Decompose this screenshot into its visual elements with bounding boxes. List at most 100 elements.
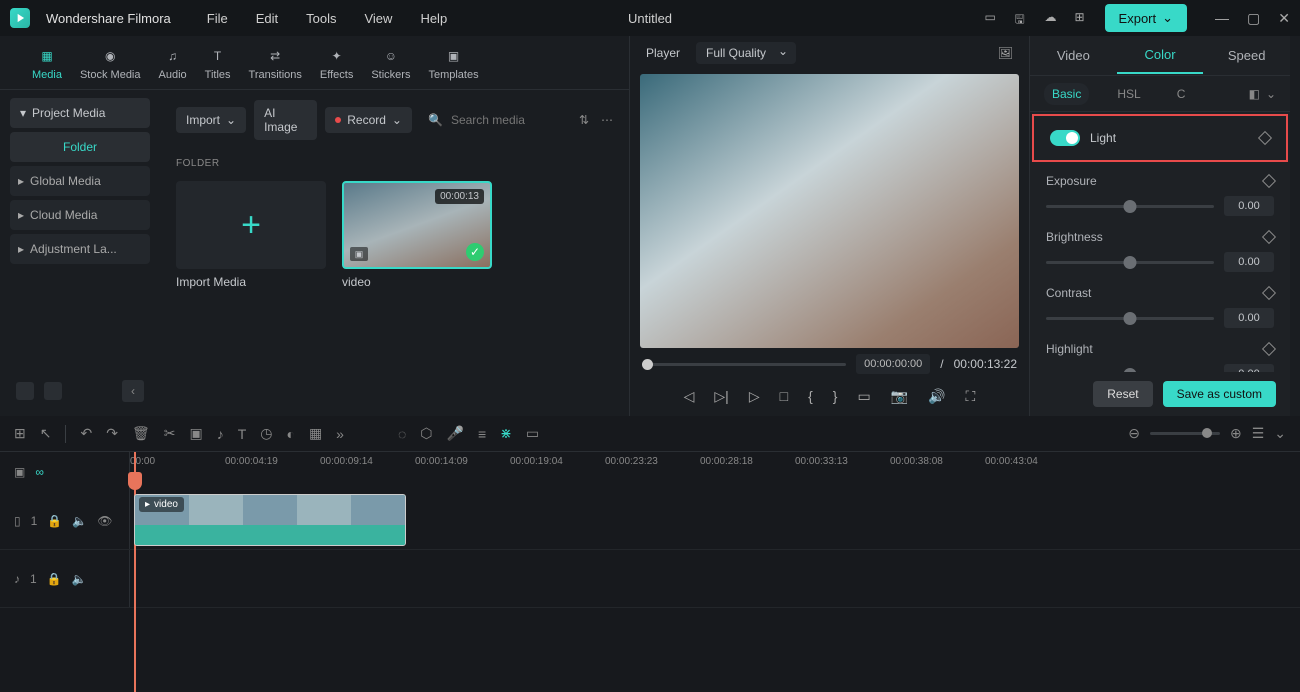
quality-dropdown[interactable]: Full Quality xyxy=(696,42,796,64)
tab-titles[interactable]: TTitles xyxy=(205,45,231,81)
tab-audio[interactable]: ♫Audio xyxy=(159,45,187,81)
device-icon[interactable]: ▭ xyxy=(985,10,1001,26)
zoom-out-icon[interactable]: ⊖ xyxy=(1128,425,1140,442)
marker-dot-icon[interactable]: ◌ xyxy=(398,426,406,442)
play-icon[interactable]: ▷ xyxy=(749,388,760,405)
fullscreen-icon[interactable]: ⛶ xyxy=(966,388,976,405)
redo-icon[interactable]: ↷ xyxy=(106,425,118,442)
import-button[interactable]: Import⌄ xyxy=(176,107,246,133)
magnet-icon[interactable]: ⋇ xyxy=(500,425,512,442)
prev-frame-icon[interactable]: ◁ xyxy=(684,388,695,405)
text-icon[interactable]: T xyxy=(238,426,247,442)
menu-help[interactable]: Help xyxy=(420,11,447,26)
grid-icon[interactable]: ⊞ xyxy=(1075,10,1091,26)
subtab-basic[interactable]: Basic xyxy=(1044,83,1089,105)
slider-track[interactable] xyxy=(1046,261,1214,264)
tl-grid-icon[interactable]: ⊞ xyxy=(14,425,26,442)
tab-media[interactable]: ▦Media xyxy=(32,45,62,81)
subtab-c[interactable]: C xyxy=(1169,83,1194,105)
import-media-card[interactable]: + xyxy=(176,181,326,269)
tab-stock[interactable]: ◉Stock Media xyxy=(80,45,141,81)
minimize-button[interactable]: — xyxy=(1215,10,1229,27)
sidebar-adjustment[interactable]: ▸Adjustment La... xyxy=(10,234,150,264)
zoom-slider[interactable] xyxy=(1150,432,1220,435)
tab-stickers[interactable]: ☺Stickers xyxy=(371,45,410,81)
sidebar-cloud-media[interactable]: ▸Cloud Media xyxy=(10,200,150,230)
ai-image-button[interactable]: AI Image xyxy=(254,100,317,140)
light-toggle[interactable] xyxy=(1050,130,1080,146)
save-icon[interactable]: 🖫 xyxy=(1015,10,1031,26)
more-icon[interactable]: ⋯ xyxy=(601,113,613,127)
slider-value[interactable]: 0.00 xyxy=(1224,364,1274,372)
zoom-in-icon[interactable]: ⊕ xyxy=(1230,425,1242,442)
record-button[interactable]: Record⌄ xyxy=(325,107,412,133)
mark-out-icon[interactable]: } xyxy=(833,388,838,404)
tl-view-icon[interactable]: ☰ xyxy=(1252,425,1265,442)
eye-icon[interactable]: 👁 xyxy=(97,514,112,528)
bin-icon[interactable] xyxy=(44,382,62,400)
color-icon[interactable]: ◐ xyxy=(286,426,294,442)
slider-value[interactable]: 0.00 xyxy=(1224,196,1274,216)
slider-track[interactable] xyxy=(1046,317,1214,320)
tl-layers-icon[interactable]: ▣ xyxy=(14,465,25,479)
new-folder-icon[interactable] xyxy=(16,382,34,400)
tab-templates[interactable]: ▣Templates xyxy=(428,45,478,81)
sidebar-global-media[interactable]: ▸Global Media xyxy=(10,166,150,196)
menu-edit[interactable]: Edit xyxy=(256,11,278,26)
reset-button[interactable]: Reset xyxy=(1093,381,1152,407)
keyframe-icon[interactable] xyxy=(1262,230,1276,244)
sidebar-folder[interactable]: Folder xyxy=(10,132,150,162)
tl-link-icon[interactable]: ∞ xyxy=(35,465,44,479)
search-input[interactable] xyxy=(451,113,571,127)
tl-settings-icon[interactable]: ⌄ xyxy=(1274,425,1286,442)
music-icon[interactable]: ♪ xyxy=(217,426,224,442)
more-tools-icon[interactable]: » xyxy=(336,426,344,442)
collapse-sidebar-icon[interactable]: ‹ xyxy=(122,380,144,402)
tab-effects[interactable]: ✦Effects xyxy=(320,45,353,81)
shield-icon[interactable]: ⬡ xyxy=(420,425,432,442)
lock-icon[interactable]: 🔒 xyxy=(47,572,62,586)
mic-icon[interactable]: 🎤 xyxy=(447,425,464,442)
slider-track[interactable] xyxy=(1046,205,1214,208)
ratio-icon[interactable]: ▭ xyxy=(526,425,539,442)
delete-icon[interactable]: 🗑 xyxy=(132,425,150,442)
speed-icon[interactable]: ◷ xyxy=(260,425,272,442)
maximize-button[interactable]: ▢ xyxy=(1247,10,1260,27)
mask-icon[interactable]: ▦ xyxy=(309,425,322,442)
undo-icon[interactable]: ↶ xyxy=(80,425,92,442)
mark-in-icon[interactable]: { xyxy=(808,388,813,404)
cut-icon[interactable]: ✂ xyxy=(164,425,176,442)
video-thumbnail[interactable]: 00:00:13 ▣ ✓ xyxy=(342,181,492,269)
play-preview-icon[interactable]: ▷| xyxy=(714,388,728,405)
keyframe-icon[interactable] xyxy=(1262,286,1276,300)
keyframe-icon[interactable] xyxy=(1262,342,1276,356)
mute-icon[interactable]: 🔈 xyxy=(72,572,87,586)
mute-icon[interactable]: 🔈 xyxy=(72,514,87,528)
display-icon[interactable]: ▭ xyxy=(857,388,870,405)
export-button[interactable]: Export⌄ xyxy=(1105,4,1187,32)
keyframe-icon[interactable] xyxy=(1258,131,1272,145)
save-custom-button[interactable]: Save as custom xyxy=(1163,381,1276,407)
timeline-clip[interactable]: ▸video xyxy=(134,494,406,546)
camera-icon[interactable]: 📷 xyxy=(891,388,908,405)
slider-value[interactable]: 0.00 xyxy=(1224,252,1274,272)
cloud-icon[interactable]: ☁ xyxy=(1045,10,1061,26)
prop-tab-color[interactable]: Color xyxy=(1117,37,1204,74)
menu-tools[interactable]: Tools xyxy=(306,11,336,26)
volume-icon[interactable]: 🔊 xyxy=(928,388,945,405)
keyframe-icon[interactable] xyxy=(1262,174,1276,188)
subtab-hsl[interactable]: HSL xyxy=(1109,83,1148,105)
filter-icon[interactable]: ⇅ xyxy=(579,113,589,127)
slider-value[interactable]: 0.00 xyxy=(1224,308,1274,328)
prop-tab-speed[interactable]: Speed xyxy=(1203,38,1290,73)
stop-icon[interactable]: □ xyxy=(780,388,788,404)
tl-pointer-icon[interactable]: ↖ xyxy=(40,425,52,442)
tab-transitions[interactable]: ⇄Transitions xyxy=(249,45,302,81)
snapshot-icon[interactable]: 🖼 xyxy=(998,46,1013,60)
compare-icon[interactable]: ◧ xyxy=(1249,87,1260,101)
mixer-icon[interactable]: ≡ xyxy=(478,426,486,442)
prop-tab-video[interactable]: Video xyxy=(1030,38,1117,73)
timeline-ruler[interactable]: 00:0000:00:04:1900:00:09:1400:00:14:0900… xyxy=(130,452,1300,492)
preview-scrubber[interactable] xyxy=(642,363,846,366)
lock-icon[interactable]: 🔒 xyxy=(47,514,62,528)
